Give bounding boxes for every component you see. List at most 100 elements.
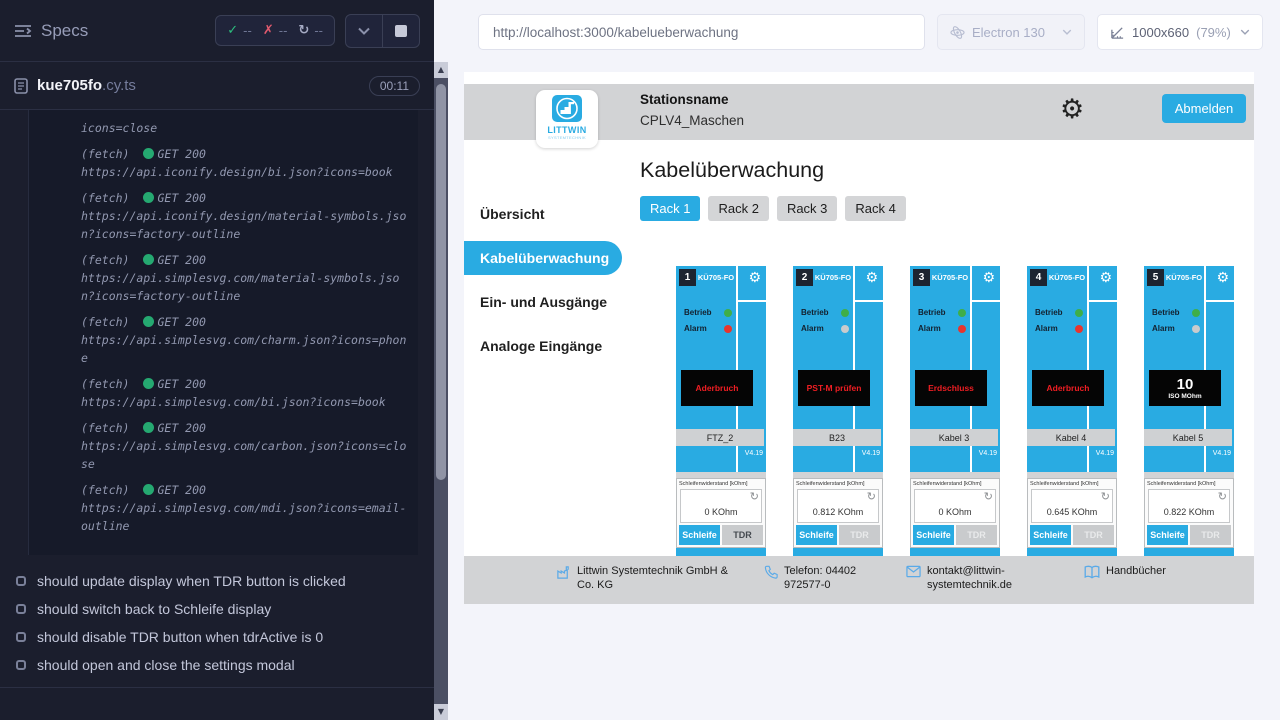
viewport-zoom: (79%): [1196, 25, 1231, 40]
loop-value-box: ↻ 0 KOhm: [914, 489, 996, 523]
alarm-label: Alarm: [918, 324, 941, 333]
url-input[interactable]: [478, 14, 925, 50]
loop-resistance-label: Schleifenwiderstand [kOhm]: [796, 481, 882, 487]
collapse-chevron-button[interactable]: [346, 15, 382, 47]
test-item[interactable]: should switch back to Schleife display: [16, 595, 418, 623]
browser-selector[interactable]: Electron 130: [937, 14, 1085, 50]
device-model-label: KÜ705-FO: [813, 273, 853, 282]
scrollbar-thumb[interactable]: [436, 84, 446, 480]
firmware-version: V4.19: [745, 450, 763, 457]
runner-header: Specs ✓-- ✗-- ↻--: [0, 0, 434, 62]
tab-rack-4[interactable]: Rack 4: [845, 196, 905, 221]
schleife-button[interactable]: Schleife: [796, 525, 837, 545]
tdr-button[interactable]: TDR: [956, 525, 997, 545]
card-settings-gear-icon[interactable]: ⚙: [748, 270, 761, 286]
tdr-button[interactable]: TDR: [1073, 525, 1114, 545]
specs-menu-button[interactable]: Specs: [14, 21, 88, 41]
betrieb-label: Betrieb: [1035, 308, 1063, 317]
test-item[interactable]: should disable TDR button when tdrActive…: [16, 623, 418, 651]
loop-resistance-label: Schleifenwiderstand [kOhm]: [1030, 481, 1116, 487]
tab-rack-3[interactable]: Rack 3: [777, 196, 837, 221]
tdr-button[interactable]: TDR: [722, 525, 763, 545]
refresh-icon[interactable]: ↻: [867, 490, 876, 503]
device-model-label: KÜ705-FO: [696, 273, 736, 282]
test-item[interactable]: should update display when TDR button is…: [16, 567, 418, 595]
device-card-4: 4 KÜ705-FO ⚙ Betrieb Alarm Aderbruch Kab…: [1027, 266, 1117, 556]
loop-panel: Schleifenwiderstand [kOhm] ↻ 0 KOhm Schl…: [676, 478, 766, 548]
tdr-button[interactable]: TDR: [1190, 525, 1231, 545]
card-settings-gear-icon[interactable]: ⚙: [982, 270, 995, 286]
stop-button[interactable]: [383, 15, 419, 47]
card-settings-gear-icon[interactable]: ⚙: [1099, 270, 1112, 286]
spec-name: kue705fo.cy.ts: [37, 77, 136, 94]
nav-item-ein-und-ausgaenge[interactable]: Ein- und Ausgänge: [464, 280, 640, 324]
tab-rack-2[interactable]: Rack 2: [708, 196, 768, 221]
refresh-icon[interactable]: ↻: [1218, 490, 1227, 503]
fetch-log-entry[interactable]: (fetch)GET 200 https://api.iconify.desig…: [81, 145, 410, 181]
fetch-log-entry[interactable]: (fetch)GET 200 https://api.simplesvg.com…: [81, 481, 410, 535]
card-number-badge: 5: [1147, 269, 1164, 286]
ruler-icon: [1110, 25, 1125, 40]
tab-rack-1[interactable]: Rack 1: [640, 196, 700, 221]
loop-value: 0.822 KOhm: [1149, 507, 1229, 517]
main-content: Kabelüberwachung Rack 1 Rack 2 Rack 3 Ra…: [640, 140, 1254, 556]
browser-bar: Electron 130 1000x660 (79%): [448, 0, 1280, 64]
iso-value: 10: [1177, 377, 1194, 393]
card-settings-gear-icon[interactable]: ⚙: [1216, 270, 1229, 286]
fetch-log-entry[interactable]: (fetch)GET 200 https://api.iconify.desig…: [81, 189, 410, 243]
status-display: 10 ISO MOhm: [1149, 370, 1221, 406]
nav-item-kabelueberwachung[interactable]: Kabelüberwachung: [464, 236, 640, 280]
factory-icon: [556, 565, 571, 580]
loop-value: 0 KOhm: [915, 507, 995, 517]
stat-pending: ↻--: [298, 23, 323, 38]
fetch-log-entry[interactable]: (fetch)GET 200 https://api.simplesvg.com…: [81, 251, 410, 305]
spec-row[interactable]: kue705fo.cy.ts 00:11: [0, 62, 434, 110]
test-item[interactable]: should open and close the settings modal: [16, 651, 418, 679]
alarm-led: [724, 325, 732, 333]
browser-name: Electron 130: [972, 25, 1045, 40]
nav-item-uebersicht[interactable]: Übersicht: [464, 192, 640, 236]
betrieb-label: Betrieb: [684, 308, 712, 317]
card-settings-gear-icon[interactable]: ⚙: [865, 270, 878, 286]
schleife-button[interactable]: Schleife: [913, 525, 954, 545]
logout-button[interactable]: Abmelden: [1162, 94, 1246, 123]
runner-scrollbar[interactable]: ▲ ▼: [434, 62, 448, 720]
viewport-size: 1000x660: [1132, 25, 1189, 40]
fetch-log-entry[interactable]: (fetch)GET 200 https://api.simplesvg.com…: [81, 313, 410, 367]
firmware-version: V4.19: [862, 450, 880, 457]
footer-manuals-link[interactable]: Handbücher: [1084, 564, 1166, 579]
tdr-button[interactable]: TDR: [839, 525, 880, 545]
refresh-icon[interactable]: ↻: [750, 490, 759, 503]
loop-panel: Schleifenwiderstand [kOhm] ↻ 0 KOhm Schl…: [910, 478, 1000, 548]
app-sidebar-nav: Übersicht Kabelüberwachung Ein- und Ausg…: [464, 140, 640, 556]
runner-controls: [345, 14, 420, 48]
schleife-button[interactable]: Schleife: [679, 525, 720, 545]
betrieb-led: [958, 309, 966, 317]
status-display: Aderbruch: [681, 370, 753, 406]
refresh-icon[interactable]: ↻: [984, 490, 993, 503]
viewport-selector[interactable]: 1000x660 (79%): [1097, 14, 1263, 50]
fetch-log-entry[interactable]: (fetch)GET 200 https://api.simplesvg.com…: [81, 375, 410, 411]
device-model-label: KÜ705-FO: [930, 273, 970, 282]
alarm-led: [1075, 325, 1083, 333]
refresh-icon[interactable]: ↻: [1101, 490, 1110, 503]
device-card-1: 1 KÜ705-FO ⚙ Betrieb Alarm Aderbruch FTZ…: [676, 266, 766, 556]
card-number-badge: 1: [679, 269, 696, 286]
active-nav-pill[interactable]: Kabelüberwachung: [464, 241, 622, 275]
nav-item-analoge-eingaenge[interactable]: Analoge Eingänge: [464, 324, 640, 368]
loop-resistance-label: Schleifenwiderstand [kOhm]: [1147, 481, 1233, 487]
scroll-down-arrow[interactable]: ▼: [434, 704, 448, 720]
schleife-button[interactable]: Schleife: [1147, 525, 1188, 545]
failed-x-icon: ✗: [263, 23, 274, 38]
schleife-button[interactable]: Schleife: [1030, 525, 1071, 545]
loop-panel: Schleifenwiderstand [kOhm] ↻ 0.812 KOhm …: [793, 478, 883, 548]
scroll-up-arrow[interactable]: ▲: [434, 62, 448, 78]
footer-email[interactable]: kontakt@littwin-systemtechnik.de: [906, 564, 1018, 592]
test-state-icon: [16, 632, 26, 642]
status-dot-icon: [143, 148, 154, 159]
firmware-version: V4.19: [1213, 450, 1231, 457]
fetch-log-entry[interactable]: (fetch)GET 200 https://api.simplesvg.com…: [81, 419, 410, 473]
status-dot-icon: [143, 422, 154, 433]
footer-phone[interactable]: Telefon: 04402 972577-0: [764, 564, 894, 592]
settings-gear-icon[interactable]: ⚙: [1060, 90, 1084, 130]
